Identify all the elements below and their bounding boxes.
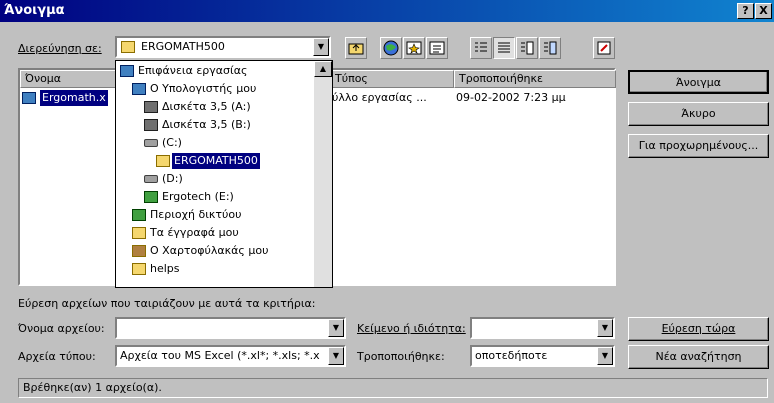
filetype-label: Αρχεία τύπου:	[18, 350, 96, 363]
filename-label: Όνομα αρχείου:	[18, 322, 105, 335]
file-modified: 09-02-2002 7:23 μμ	[456, 91, 566, 104]
lookin-label: Διερεύνηση σε:	[18, 42, 102, 55]
folder-icon	[132, 263, 146, 275]
briefcase-icon	[132, 245, 146, 257]
globe-icon	[383, 40, 399, 56]
column-header-name[interactable]: Όνομα	[20, 70, 120, 88]
properties-view-button[interactable]	[516, 37, 538, 59]
modified-dropdown-arrow[interactable]: ▼	[597, 347, 613, 365]
help-button[interactable]: ?	[737, 3, 754, 19]
open-button[interactable]: Άνοιγμα	[628, 70, 769, 94]
advanced-button[interactable]: Για προχωρημένους...	[628, 134, 769, 158]
window-title: Άνοιγμα	[4, 3, 65, 18]
drive-icon	[144, 175, 158, 183]
up-folder-icon	[348, 43, 364, 55]
details-view-icon	[498, 42, 510, 53]
list-view-icon	[475, 42, 487, 52]
scroll-up-button[interactable]: ▲	[314, 61, 332, 77]
lookin-combo[interactable]: ERGOMATH500 ▼	[115, 36, 331, 58]
computer-icon	[132, 83, 146, 95]
filetype-dropdown-arrow[interactable]: ▼	[328, 347, 344, 365]
network-icon	[132, 209, 146, 221]
new-search-button[interactable]: Νέα αναζήτηση	[628, 345, 769, 369]
property-input[interactable]: ▼	[470, 317, 615, 339]
column-header-type[interactable]: Τύπος	[330, 70, 454, 88]
filetype-select[interactable]: Αρχεία του MS Excel (*.xl*; *.xls; *.x ▼	[115, 345, 346, 367]
commands-icon	[597, 41, 611, 55]
filename-dropdown-arrow[interactable]: ▼	[328, 319, 344, 337]
column-header-modified[interactable]: Τροποποιήθηκε	[454, 70, 616, 88]
property-label: Κείμενο ή ιδιότητα:	[357, 322, 466, 335]
preview-icon	[544, 41, 557, 55]
title-bar[interactable]: Άνοιγμα ? X	[0, 0, 774, 22]
file-type: ύλλο εργασίας ...	[332, 91, 427, 104]
status-text: Βρέθηκε(αν) 1 αρχείο(α).	[23, 381, 162, 394]
folder-icon	[156, 155, 170, 167]
details-view-button[interactable]	[493, 37, 515, 59]
file-name: Ergomath.x	[40, 90, 108, 106]
favorites-icon	[406, 41, 422, 55]
list-view-button[interactable]	[470, 37, 492, 59]
properties-icon	[521, 41, 534, 55]
folder-icon	[132, 227, 146, 239]
desktop-icon	[120, 65, 134, 77]
favorites-folder-icon	[429, 41, 445, 55]
dropdown-scrollbar[interactable]: ▲	[314, 61, 332, 287]
status-bar: Βρέθηκε(αν) 1 αρχείο(α).	[18, 378, 768, 398]
up-one-level-button[interactable]	[345, 37, 367, 59]
lookin-dropdown-arrow[interactable]: ▼	[313, 38, 329, 56]
network-drive-icon	[144, 191, 158, 203]
property-dropdown-arrow[interactable]: ▼	[597, 319, 613, 337]
commands-settings-button[interactable]	[593, 37, 615, 59]
floppy-icon	[144, 119, 158, 131]
modified-label: Τροποποιήθηκε:	[357, 350, 445, 363]
cancel-button[interactable]: Άκυρο	[628, 102, 769, 126]
modified-select[interactable]: οποτεδήποτε ▼	[470, 345, 615, 367]
open-dialog: Άνοιγμα ? X Διερεύνηση σε: ERGOMATH500 ▼…	[0, 0, 774, 403]
drive-icon	[144, 139, 158, 147]
close-button[interactable]: X	[755, 3, 772, 19]
lookin-value: ERGOMATH500	[141, 40, 225, 53]
filename-input[interactable]: ▼	[115, 317, 346, 339]
excel-file-icon	[22, 92, 36, 104]
add-favorites-button[interactable]	[403, 37, 425, 59]
lookin-dropdown-list[interactable]: ▲ Επιφάνεια εργασίας Ο Υπολογιστής μου Δ…	[115, 60, 333, 288]
search-web-button[interactable]	[380, 37, 402, 59]
find-now-button[interactable]: Εύρεση τώρα	[628, 317, 769, 341]
look-favorites-button[interactable]	[426, 37, 448, 59]
floppy-icon	[144, 101, 158, 113]
folder-icon	[121, 41, 135, 53]
search-heading: Εύρεση αρχείων που ταιριάζουν με αυτά τα…	[18, 297, 316, 310]
preview-view-button[interactable]	[539, 37, 561, 59]
